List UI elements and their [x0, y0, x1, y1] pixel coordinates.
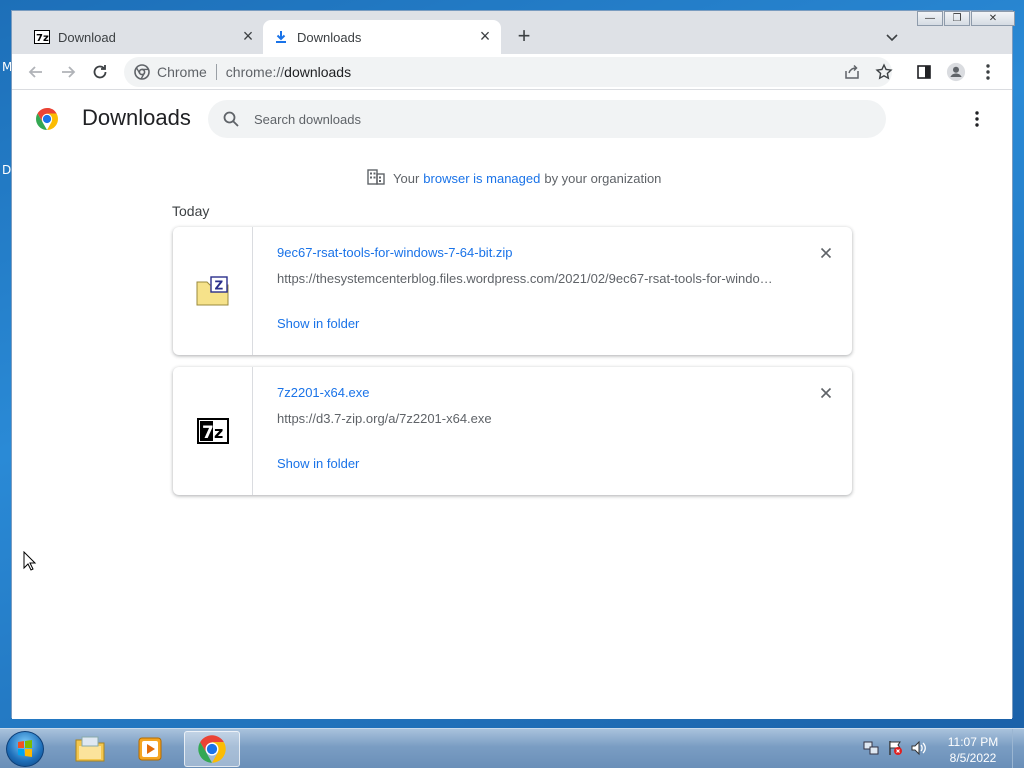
url-host: downloads — [284, 64, 352, 80]
volume-icon[interactable] — [910, 739, 928, 757]
remove-download-icon[interactable] — [818, 385, 834, 401]
download-arrow-icon — [273, 29, 289, 45]
mouse-cursor-icon — [23, 550, 37, 576]
search-input[interactable] — [254, 111, 854, 127]
downloads-menu-icon[interactable] — [967, 109, 987, 129]
browser-menu-icon[interactable] — [978, 62, 998, 82]
taskbar-media-player[interactable] — [122, 731, 178, 767]
share-icon[interactable] — [842, 62, 862, 82]
managed-text-suffix: by your organization — [544, 171, 662, 186]
windows-taskbar: 11:07 PM 8/5/2022 — [0, 728, 1024, 768]
remove-download-icon[interactable] — [818, 245, 834, 261]
window-controls: — ❐ ✕ — [916, 11, 1015, 27]
tab-title: Download — [58, 29, 116, 45]
desktop-icon-label-fragment: D — [2, 163, 12, 177]
tab-download[interactable]: 7z Download × — [24, 20, 264, 54]
taskbar-explorer[interactable] — [62, 731, 118, 767]
site-label: Chrome — [157, 64, 207, 80]
tab-downloads[interactable]: Downloads × — [263, 20, 501, 54]
start-button[interactable] — [6, 731, 44, 767]
side-panel-icon[interactable] — [914, 62, 934, 82]
page-title: Downloads — [82, 105, 191, 130]
download-source-url[interactable]: https://thesystemcenterblog.files.wordpr… — [277, 271, 777, 286]
7zip-icon: 7 z — [196, 418, 229, 444]
svg-text:7z: 7z — [36, 33, 49, 44]
site-chip[interactable]: Chrome — [134, 64, 207, 80]
svg-text:z: z — [214, 423, 223, 442]
back-icon[interactable] — [26, 62, 46, 82]
tab-close-icon[interactable]: × — [475, 27, 495, 47]
download-item: Z 9ec67-rsat-tools-for-windows-7-64-bit.… — [173, 227, 852, 355]
downloads-header: Downloads — [12, 91, 1012, 147]
network-icon[interactable] — [862, 739, 880, 757]
svg-text:Z: Z — [214, 279, 223, 293]
bookmark-star-icon[interactable] — [874, 62, 894, 82]
chrome-logo-icon — [35, 107, 59, 131]
managed-text-prefix: Your — [393, 171, 420, 186]
omnibox-divider — [215, 64, 217, 80]
reload-icon[interactable] — [90, 62, 110, 82]
address-bar[interactable]: Chrome chrome:// downloads — [124, 57, 892, 87]
tab-strip: 7z Download × Downloads × + — ❐ ✕ — [12, 11, 1015, 54]
download-source-url[interactable]: https://d3.7-zip.org/a/7z2201-x64.exe — [277, 411, 777, 426]
system-tray — [862, 739, 928, 757]
managed-link[interactable]: browser is managed — [423, 171, 540, 186]
file-icon-column: Z — [173, 227, 253, 355]
maximize-button[interactable]: ❐ — [944, 11, 970, 26]
windows-logo-icon — [18, 740, 32, 757]
tab-close-icon[interactable]: × — [238, 27, 258, 47]
show-in-folder-link[interactable]: Show in folder — [277, 456, 359, 471]
taskbar-chrome[interactable] — [184, 731, 240, 767]
download-item: 7 z 7z2201-x64.exe https://d3.7-zip.org/… — [173, 367, 852, 495]
chrome-site-icon — [134, 64, 150, 80]
file-icon-column: 7 z — [173, 367, 253, 495]
date-section-label: Today — [172, 203, 210, 219]
downloads-page: Downloads Your browser is managed by you… — [12, 91, 1012, 719]
svg-text:7: 7 — [202, 423, 214, 443]
clock-time: 11:07 PM — [947, 735, 999, 749]
taskbar-clock[interactable]: 11:07 PM 8/5/2022 — [944, 734, 1002, 766]
chrome-taskbar-icon — [198, 735, 226, 763]
clock-date: 8/5/2022 — [949, 751, 997, 765]
zip-folder-icon: Z — [196, 276, 228, 306]
minimize-button[interactable]: — — [917, 11, 943, 26]
browser-toolbar: Chrome chrome:// downloads — [12, 54, 1012, 90]
folder-icon — [75, 736, 105, 762]
search-icon — [223, 111, 239, 127]
search-downloads-box[interactable] — [208, 100, 886, 138]
managed-notice: Your browser is managed by your organiza… — [367, 169, 661, 188]
7zip-favicon: 7z — [34, 29, 50, 45]
profile-avatar-icon[interactable] — [946, 62, 966, 82]
show-in-folder-link[interactable]: Show in folder — [277, 316, 359, 331]
tab-search-chevron-icon[interactable] — [882, 27, 902, 47]
tab-title: Downloads — [297, 29, 362, 45]
close-window-button[interactable]: ✕ — [971, 11, 1015, 26]
building-icon — [367, 169, 385, 188]
download-file-name[interactable]: 7z2201-x64.exe — [277, 385, 370, 400]
chrome-window: 7z Download × Downloads × + — ❐ ✕ Chrome… — [11, 10, 1015, 719]
forward-icon[interactable] — [58, 62, 78, 82]
show-desktop-button[interactable] — [1012, 729, 1024, 768]
action-center-flag-icon[interactable] — [886, 739, 904, 757]
media-player-icon — [138, 737, 162, 761]
new-tab-button[interactable]: + — [512, 25, 536, 49]
download-file-name[interactable]: 9ec67-rsat-tools-for-windows-7-64-bit.zi… — [277, 245, 513, 260]
url-scheme: chrome:// — [225, 64, 285, 80]
